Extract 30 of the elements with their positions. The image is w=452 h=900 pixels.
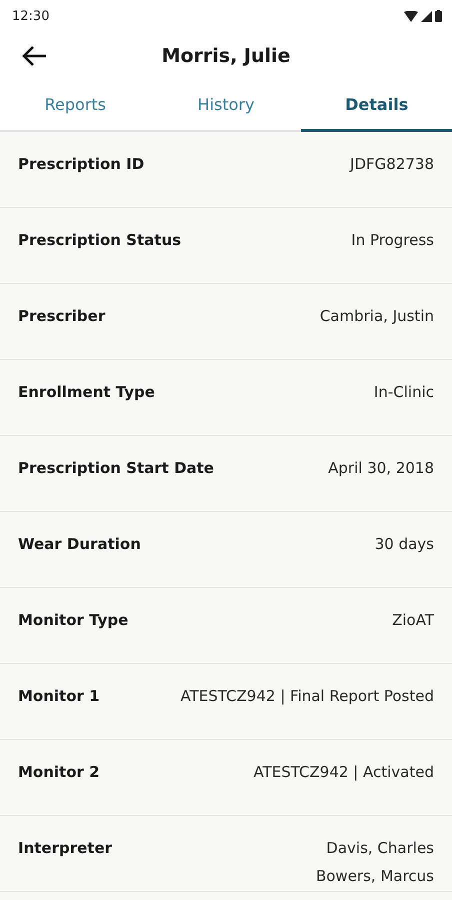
detail-label: Prescriber xyxy=(18,307,106,325)
detail-value: Bowers, Marcus xyxy=(316,867,434,885)
detail-value: Cambria, Justin xyxy=(320,307,434,325)
detail-value: In-Clinic xyxy=(374,383,434,401)
back-arrow-icon xyxy=(21,45,47,67)
tab[interactable]: Reports xyxy=(0,80,151,132)
detail-label: Prescription Start Date xyxy=(18,459,214,477)
tab[interactable]: History xyxy=(150,80,302,132)
battery-icon xyxy=(435,10,442,22)
detail-label: Monitor 2 xyxy=(18,763,100,781)
detail-label: Monitor Type xyxy=(18,611,128,629)
detail-value: 30 days xyxy=(374,535,434,553)
detail-value: ATESTCZ942 | Activated xyxy=(253,763,434,781)
detail-value: In Progress xyxy=(351,231,434,249)
status-time: 12:30 xyxy=(12,8,50,24)
detail-value: ATESTCZ942 | Final Report Posted xyxy=(180,687,434,705)
detail-label: Wear Duration xyxy=(18,535,141,553)
detail-label: Monitor 1 xyxy=(18,687,100,705)
detail-label: Prescription ID xyxy=(18,155,144,173)
signal-icon xyxy=(421,10,432,22)
detail-value: Davis, Charles xyxy=(326,839,434,857)
patient-name-title: Morris, Julie xyxy=(162,45,290,67)
detail-label: Prescription Status xyxy=(18,231,182,249)
detail-label: Enrollment Type xyxy=(18,383,155,401)
detail-value: April 30, 2018 xyxy=(328,459,434,477)
tab[interactable]: Details xyxy=(301,80,452,132)
detail-label: Interpreter xyxy=(18,839,112,857)
detail-value: JDFG82738 xyxy=(350,155,434,173)
detail-value: ZioAT xyxy=(392,611,434,629)
wifi-icon xyxy=(404,10,418,22)
